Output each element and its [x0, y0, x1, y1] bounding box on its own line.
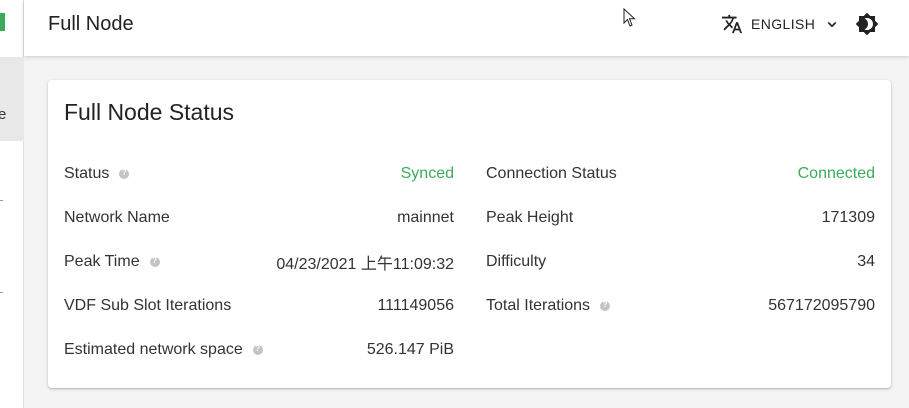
brightness-icon[interactable] — [855, 12, 879, 36]
row-label: VDF Sub Slot Iterations — [64, 297, 232, 314]
row-label: Status — [64, 165, 110, 182]
card-title: Full Node Status — [64, 99, 235, 125]
row-label: Total Iterations — [486, 297, 591, 314]
peak-height-row: Peak Height 171309 — [486, 206, 875, 230]
connection-status-value: Connected — [797, 165, 875, 182]
estimated-network-space-row: Estimated network space 526.147 PiB — [64, 338, 454, 362]
sidebar-item-label: e — [0, 106, 7, 123]
row-label: Estimated network space — [64, 341, 243, 358]
row-label: Peak Height — [486, 209, 574, 226]
translate-icon — [721, 14, 743, 34]
status-value: Synced — [400, 165, 454, 182]
row-label: Connection Status — [486, 165, 617, 182]
help-icon[interactable] — [119, 168, 130, 179]
language-label: ENGLISH — [751, 16, 816, 32]
vdf-sub-slot-iterations-value: 111149056 — [377, 297, 454, 314]
estimated-network-space-value: 526.147 PiB — [366, 341, 454, 358]
peak-time-row: Peak Time 04/23/2021 上午11:09:32 — [64, 250, 454, 274]
language-selector[interactable]: ENGLISH — [721, 12, 841, 36]
sidebar-divider — [0, 200, 3, 201]
network-name-row: Network Name mainnet — [64, 206, 454, 230]
row-label: Difficulty — [486, 253, 547, 270]
status-row: Status Synced — [64, 162, 454, 186]
vdf-sub-slot-iterations-row: VDF Sub Slot Iterations 111149056 — [64, 294, 454, 318]
total-iterations-value: 567172095790 — [768, 297, 875, 314]
difficulty-row: Difficulty 34 — [486, 250, 875, 274]
connection-status-row: Connection Status Connected — [486, 162, 875, 186]
app-bar: Full Node ENGLISH — [24, 0, 909, 56]
peak-height-value: 171309 — [821, 209, 875, 226]
row-label: Peak Time — [64, 253, 140, 270]
logo-accent — [0, 13, 5, 31]
help-icon[interactable] — [600, 300, 611, 311]
sidebar: e — [0, 0, 24, 408]
network-name-value: mainnet — [397, 209, 454, 226]
row-label: Network Name — [64, 209, 170, 226]
chevron-down-icon — [827, 21, 837, 28]
mouse-cursor-icon — [623, 8, 636, 27]
help-icon[interactable] — [252, 344, 263, 355]
peak-time-value: 04/23/2021 上午11:09:32 — [276, 256, 454, 273]
total-iterations-row: Total Iterations 567172095790 — [486, 294, 875, 318]
full-node-status-card: Full Node Status Status Synced Network N… — [48, 80, 891, 388]
page-title: Full Node — [48, 13, 134, 35]
help-icon[interactable] — [149, 256, 160, 267]
sidebar-divider — [0, 292, 3, 293]
sidebar-item-selected[interactable]: e — [0, 57, 24, 141]
difficulty-value: 34 — [857, 253, 875, 270]
